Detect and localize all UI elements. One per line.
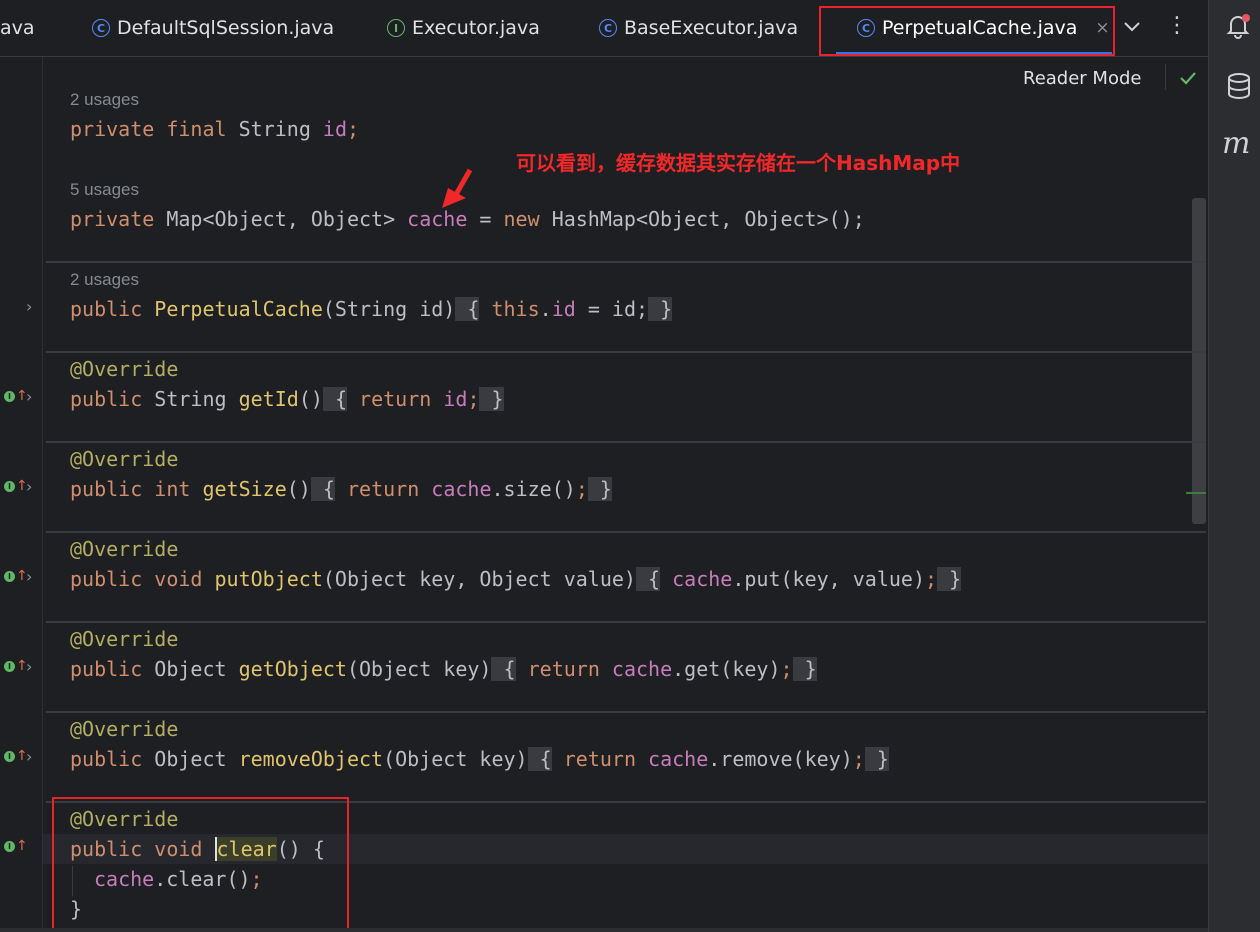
method-separator bbox=[46, 531, 1206, 533]
reader-mode-button[interactable]: Reader Mode bbox=[1023, 68, 1141, 89]
annotation-box-tab bbox=[819, 6, 1115, 56]
code-line-field-id: private final String id; bbox=[70, 117, 360, 141]
implements-marker-icon[interactable]: I ↑ bbox=[4, 658, 28, 674]
method-separator bbox=[46, 621, 1206, 623]
class-icon: C bbox=[599, 19, 617, 37]
implements-marker-icon[interactable]: I ↑ bbox=[4, 388, 28, 404]
method-separator bbox=[46, 351, 1206, 353]
annotation-box-clear bbox=[52, 797, 349, 930]
implements-marker-icon[interactable]: I ↑ bbox=[4, 478, 28, 494]
chevron-down-icon[interactable] bbox=[1120, 14, 1144, 38]
code-line-getid: public String getId() { return id; } bbox=[70, 387, 504, 411]
code-line-getsize: public int getSize() { return cache.size… bbox=[70, 477, 612, 501]
annotation-note: 可以看到，缓存数据其实存储在一个HashMap中 bbox=[516, 151, 961, 175]
method-separator bbox=[46, 711, 1206, 713]
editor-bottom-edge bbox=[0, 928, 1208, 932]
usages-hint[interactable]: 2 usages bbox=[70, 270, 139, 290]
method-separator bbox=[46, 441, 1206, 443]
implements-marker-icon[interactable]: I ↑ bbox=[4, 568, 28, 584]
code-annotation-override: @Override bbox=[70, 357, 179, 381]
vertical-scrollbar[interactable] bbox=[1192, 198, 1206, 524]
method-separator bbox=[46, 261, 1206, 263]
tab-label: BaseExecutor.java bbox=[624, 17, 799, 39]
code-line-getobject: public Object getObject(Object key) { re… bbox=[70, 657, 817, 681]
fold-chevron-icon[interactable]: › bbox=[26, 297, 32, 316]
scrollbar-change-marker bbox=[1186, 492, 1206, 494]
more-vertical-icon[interactable]: ⋮ bbox=[1166, 12, 1188, 42]
toolbar-separator bbox=[1165, 64, 1166, 90]
class-icon: C bbox=[92, 19, 110, 37]
checkmark-icon[interactable] bbox=[1178, 68, 1198, 88]
fold-chevron-icon[interactable]: › bbox=[26, 747, 32, 766]
fold-chevron-icon[interactable]: › bbox=[26, 567, 32, 586]
tab-executor[interactable]: I Executor.java bbox=[387, 0, 540, 56]
code-annotation-override: @Override bbox=[70, 627, 179, 651]
code-annotation-override: @Override bbox=[70, 537, 179, 561]
code-annotation-override: @Override bbox=[70, 717, 179, 741]
fold-chevron-icon[interactable]: › bbox=[26, 657, 32, 676]
code-line-field-cache: private Map<Object, Object> cache = new … bbox=[70, 207, 865, 231]
code-line-putobject: public void putObject(Object key, Object… bbox=[70, 567, 962, 591]
tab-label: ava bbox=[0, 17, 35, 39]
code-annotation-override: @Override bbox=[70, 447, 179, 471]
fold-chevron-icon[interactable]: › bbox=[26, 477, 32, 496]
fold-chevron-icon[interactable]: › bbox=[26, 387, 32, 406]
usages-hint[interactable]: 5 usages bbox=[70, 180, 139, 200]
editor-tab-bar: ava C DefaultSqlSession.java I Executor.… bbox=[0, 0, 1208, 57]
database-icon[interactable] bbox=[1226, 72, 1252, 100]
implements-marker-icon[interactable]: I ↑ bbox=[4, 838, 28, 854]
notifications-icon[interactable] bbox=[1224, 12, 1252, 40]
tab-label: DefaultSqlSession.java bbox=[117, 17, 335, 39]
tab-truncated[interactable]: ava bbox=[0, 0, 35, 56]
editor-gutter bbox=[0, 57, 43, 932]
code-line-removeobject: public Object removeObject(Object key) {… bbox=[70, 747, 889, 771]
tab-label: Executor.java bbox=[412, 17, 540, 39]
tab-defaultsqlsession[interactable]: C DefaultSqlSession.java bbox=[92, 0, 334, 56]
maven-icon[interactable]: m bbox=[1222, 126, 1250, 161]
interface-icon: I bbox=[387, 19, 405, 37]
usages-hint[interactable]: 2 usages bbox=[70, 90, 139, 110]
tab-baseexecutor[interactable]: C BaseExecutor.java bbox=[599, 0, 798, 56]
implements-marker-icon[interactable]: I ↑ bbox=[4, 748, 28, 764]
code-line-constructor: public PerpetualCache(String id) { this.… bbox=[70, 297, 673, 321]
